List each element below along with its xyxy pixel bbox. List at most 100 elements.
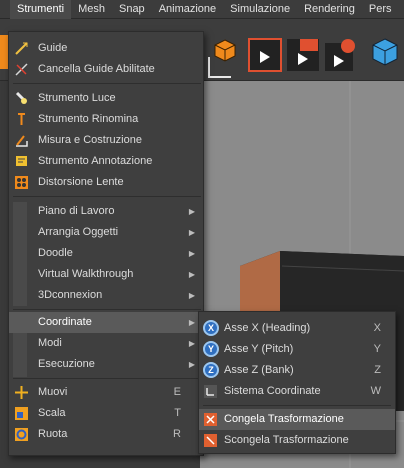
submenu-arrow-icon: ▶ (188, 270, 195, 279)
menu-item-coordinate[interactable]: Coordinate ▶ (9, 312, 203, 333)
scale-icon (15, 407, 28, 420)
shortcut-key: T (174, 407, 181, 419)
submenu-item-label: Asse Z (Bank) (224, 364, 294, 376)
menu-item-walkthrough[interactable]: Virtual Walkthrough ▶ (9, 264, 203, 285)
submenu-arrow-icon: ▶ (188, 318, 195, 327)
menu-item-label: Modi (38, 337, 62, 349)
menu-item-label: Scala (38, 407, 66, 419)
menu-item-arrangia[interactable]: Arrangia Oggetti ▶ (9, 222, 203, 243)
shortcut-key: Y (373, 343, 381, 355)
menu-animazione[interactable]: Animazione (152, 0, 223, 19)
menu-separator (13, 83, 201, 84)
menu-item-modi[interactable]: Modi ▶ (9, 333, 203, 354)
toolbar-edge-icon (0, 35, 8, 69)
menu-separator (13, 378, 201, 379)
menu-item-3dconnexion[interactable]: 3Dconnexion ▶ (9, 285, 203, 306)
submenu-item-label: Scongela Trasformazione (224, 434, 349, 446)
rotate-icon (15, 428, 28, 441)
render-view-icon[interactable] (248, 37, 282, 73)
move-icon (15, 386, 28, 399)
unfreeze-transform-icon (204, 434, 217, 447)
axis-z-icon: Z (203, 362, 219, 378)
shortcut-key: E (173, 386, 181, 398)
menu-item-label: Coordinate (38, 316, 92, 328)
submenu-arrow-icon: ▶ (188, 207, 195, 216)
render-settings-icon[interactable] (324, 37, 358, 73)
menu-item-scala[interactable]: Scala T (9, 403, 203, 424)
shortcut-key: X (373, 322, 381, 334)
menu-item-distorsione[interactable]: Distorsione Lente (9, 172, 203, 193)
menu-item-label: Muovi (38, 386, 68, 398)
menu-item-strumento-rinomina[interactable]: Strumento Rinomina (9, 109, 203, 130)
shortcut-key: W (370, 385, 381, 397)
menu-item-ruota[interactable]: Ruota R (9, 424, 203, 445)
menu-item-label: Distorsione Lente (38, 176, 124, 188)
menu-separator (13, 309, 201, 310)
submenu-arrow-icon: ▶ (188, 249, 195, 258)
strumenti-menu: Guide Cancella Guide Abilitate Strumento… (8, 31, 204, 456)
menu-item-label: Esecuzione (38, 358, 95, 370)
submenu-item-label: Asse Y (Pitch) (224, 343, 294, 355)
menu-item-cancella-guide[interactable]: Cancella Guide Abilitate (9, 59, 203, 80)
coordinate-system-icon (204, 385, 217, 398)
rename-tool-icon (18, 113, 25, 125)
guide-icon (15, 42, 28, 55)
menu-item-label: Misura e Costruzione (38, 134, 142, 146)
menu-separator (13, 196, 201, 197)
freeze-transform-icon (204, 413, 217, 426)
coordinate-submenu: X Asse X (Heading) X Y Asse Y (Pitch) Y … (198, 311, 396, 454)
menu-item-strumento-luce[interactable]: Strumento Luce (9, 88, 203, 109)
submenu-item-scongela[interactable]: Scongela Trasformazione (199, 430, 395, 451)
axis-x-icon: X (203, 320, 219, 336)
render-picture-icon[interactable] (286, 37, 320, 73)
menu-item-label: Cancella Guide Abilitate (38, 63, 155, 75)
lens-distortion-icon (15, 176, 28, 189)
submenu-arrow-icon: ▶ (188, 228, 195, 237)
menu-item-label: Virtual Walkthrough (38, 268, 134, 280)
menubar: Strumenti Mesh Snap Animazione Simulazio… (0, 0, 404, 19)
menu-item-label: Strumento Annotazione (38, 155, 153, 167)
menu-item-label: Piano di Lavoro (38, 205, 115, 217)
menu-apple[interactable] (0, 0, 10, 19)
submenu-item-sistema-coordinate[interactable]: Sistema Coordinate W (199, 381, 395, 402)
menu-strumenti[interactable]: Strumenti (10, 0, 72, 19)
submenu-arrow-icon: ▶ (188, 360, 195, 369)
submenu-item-label: Asse X (Heading) (224, 322, 311, 334)
submenu-item-label: Congela Trasformazione (224, 413, 344, 425)
menu-mesh[interactable]: Mesh (71, 0, 112, 19)
annotation-icon (16, 156, 27, 166)
menu-rendering[interactable]: Rendering (297, 0, 362, 19)
cube-blue-icon[interactable] (370, 37, 400, 67)
menu-item-label: Ruota (38, 428, 68, 440)
menu-item-annotazione[interactable]: Strumento Annotazione (9, 151, 203, 172)
submenu-item-asse-x[interactable]: X Asse X (Heading) X (199, 318, 395, 339)
submenu-item-label: Sistema Coordinate (224, 385, 321, 397)
measure-icon (16, 135, 28, 147)
menu-item-guide[interactable]: Guide (9, 38, 203, 59)
menu-item-muovi[interactable]: Muovi E (9, 382, 203, 403)
menu-item-piano-lavoro[interactable]: Piano di Lavoro ▶ (9, 201, 203, 222)
clear-guides-icon (15, 63, 28, 76)
submenu-arrow-icon: ▶ (188, 339, 195, 348)
menu-snap[interactable]: Snap (112, 0, 152, 19)
light-tool-icon (15, 91, 27, 104)
menu-item-label: Doodle (38, 247, 73, 259)
shortcut-key: Z (374, 364, 381, 376)
menu-pers[interactable]: Pers (362, 0, 399, 19)
menu-item-doodle[interactable]: Doodle ▶ (9, 243, 203, 264)
menu-item-label: Strumento Rinomina (38, 113, 139, 125)
axis-y-icon: Y (203, 341, 219, 357)
menu-item-misura[interactable]: Misura e Costruzione (9, 130, 203, 151)
menu-item-label: 3Dconnexion (38, 289, 103, 301)
menu-item-label: Strumento Luce (38, 92, 116, 104)
submenu-arrow-icon: ▶ (188, 291, 195, 300)
submenu-item-asse-y[interactable]: Y Asse Y (Pitch) Y (199, 339, 395, 360)
submenu-item-congela[interactable]: Congela Trasformazione (199, 409, 395, 430)
shortcut-key: R (173, 428, 181, 440)
axis-icon[interactable] (204, 53, 234, 83)
submenu-item-asse-z[interactable]: Z Asse Z (Bank) Z (199, 360, 395, 381)
menu-separator (203, 405, 391, 406)
menu-item-esecuzione[interactable]: Esecuzione ▶ (9, 354, 203, 375)
menu-item-label: Guide (38, 42, 68, 54)
menu-simulazione[interactable]: Simulazione (223, 0, 297, 19)
